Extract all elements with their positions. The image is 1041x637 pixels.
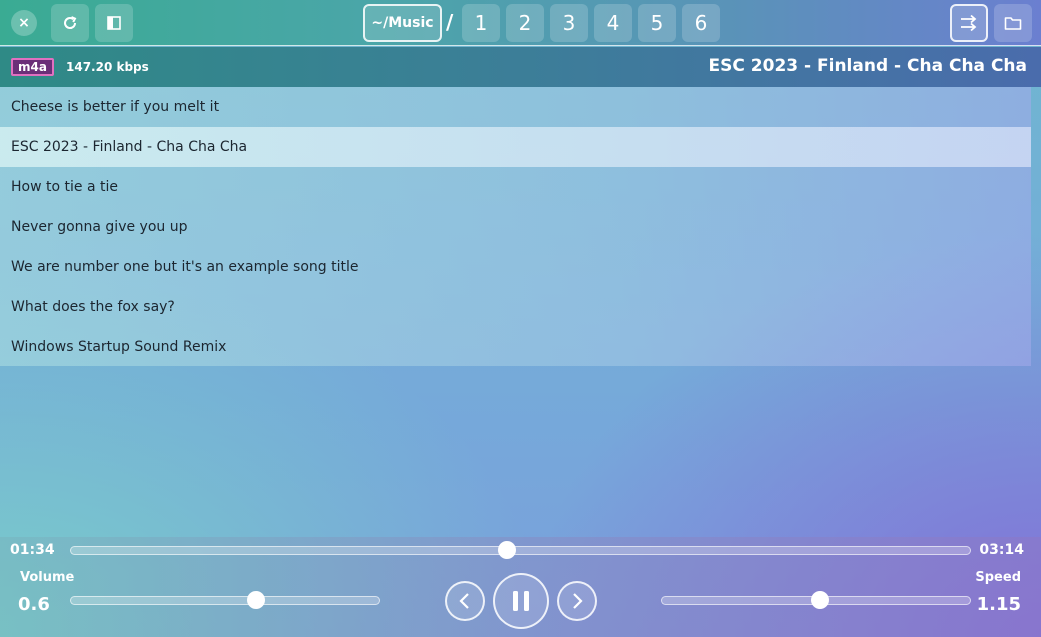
bitrate-label: 147.20 kbps [66,60,149,74]
chevron-right-icon [573,593,583,609]
tab-label: 6 [694,11,708,35]
seek-slider-knob[interactable] [497,541,516,559]
song-item-selected[interactable]: ESC 2023 - Finland - Cha Cha Cha [0,127,1031,167]
path-breadcrumb-button[interactable]: ~/Music [363,4,442,42]
song-item[interactable]: How to tie a tie [0,167,1031,207]
tab-label: 2 [518,11,532,35]
tab-label: 4 [606,11,620,35]
previous-button[interactable] [445,581,485,621]
song-list: Cheese is better if you melt it ESC 2023… [0,87,1031,366]
tab-1[interactable]: 1 [462,4,500,42]
tab-5[interactable]: 5 [638,4,676,42]
elapsed-time: 01:34 [10,542,55,558]
close-icon: × [18,15,30,31]
path-separator: / [446,10,454,34]
speed-label: Speed [975,570,1021,585]
tab-2[interactable]: 2 [506,4,544,42]
song-item[interactable]: Cheese is better if you melt it [0,87,1031,127]
shuffle-icon [961,14,977,32]
open-folder-button[interactable] [994,4,1032,42]
sidebar-toggle-icon [107,16,121,30]
top-toolbar: × ~/Music / 1 2 3 4 5 6 [0,0,1041,46]
song-item[interactable]: Never gonna give you up [0,207,1031,247]
pause-icon [513,591,529,611]
pause-button[interactable] [493,573,549,629]
shuffle-button[interactable] [950,4,988,42]
format-badge: m4a [11,58,54,76]
reload-button[interactable] [51,4,89,42]
tab-label: 5 [650,11,664,35]
sidebar-toggle-button[interactable] [95,4,133,42]
now-playing-bar: m4a 147.20 kbps ESC 2023 - Finland - Cha… [0,47,1041,87]
player-controls: 01:34 03:14 Volume 0.6 Speed 1.15 [0,537,1041,637]
volume-slider[interactable] [70,591,380,609]
next-button[interactable] [557,581,597,621]
volume-value: 0.6 [18,594,50,615]
tab-label: 3 [562,11,576,35]
folder-icon [1004,17,1022,30]
song-item[interactable]: Windows Startup Sound Remix [0,327,1031,367]
duration-time: 03:14 [979,542,1024,558]
speed-slider-knob[interactable] [811,591,830,609]
speed-slider[interactable] [661,591,971,609]
reload-icon [64,16,77,29]
tab-4[interactable]: 4 [594,4,632,42]
song-item[interactable]: We are number one but it's an example so… [0,247,1031,287]
tab-3[interactable]: 3 [550,4,588,42]
path-label: ~/Music [371,15,434,31]
close-button[interactable]: × [11,10,37,36]
tab-6[interactable]: 6 [682,4,720,42]
now-playing-title: ESC 2023 - Finland - Cha Cha Cha [708,56,1027,76]
speed-value: 1.15 [976,594,1021,615]
tab-label: 1 [474,11,488,35]
seek-slider[interactable] [70,541,971,559]
chevron-left-icon [459,593,469,609]
song-item[interactable]: What does the fox say? [0,287,1031,327]
volume-label: Volume [20,570,75,585]
volume-slider-knob[interactable] [246,591,265,609]
